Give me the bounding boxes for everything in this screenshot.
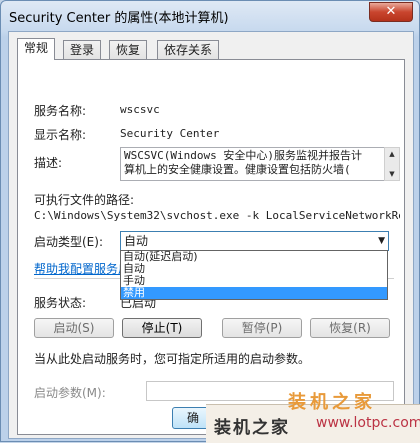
chevron-down-icon[interactable]: ▼ — [378, 232, 385, 250]
dialog-client: 常规 登录 恢复 依存关系 服务名称: wscsvc 显示名称: Securit… — [8, 31, 414, 439]
startup-option[interactable]: 自动 — [121, 263, 387, 275]
display-name-value: Security Center — [120, 127, 220, 140]
start-params-hint: 当从此处启动服务时，您可指定所适用的启动参数。 — [34, 352, 311, 366]
service-name-value: wscsvc — [120, 103, 160, 116]
tab-recovery[interactable]: 恢复 — [109, 40, 148, 59]
scroll-down-icon[interactable]: ▼ — [385, 168, 399, 180]
properties-window: Security Center 的属性(本地计算机) ✕ 常规 登录 恢复 依存… — [0, 0, 420, 442]
scroll-up-icon[interactable]: ▲ — [385, 148, 399, 160]
service-name-label: 服务名称: — [34, 104, 87, 118]
exe-path-label: 可执行文件的路径: — [34, 193, 135, 207]
description-scrollbar[interactable]: ▲ ▼ — [384, 147, 400, 181]
tab-dependencies[interactable]: 依存关系 — [157, 40, 220, 59]
description-box[interactable]: WSCSVC(Windows 安全中心)服务监视并报告计 算机上的安全健康设置。… — [120, 147, 388, 181]
tab-general[interactable]: 常规 — [17, 38, 56, 60]
watermark-brand: 装机之家 — [288, 392, 376, 413]
startup-option[interactable]: 禁用 — [121, 287, 387, 299]
watermark-site: www.lotpc.com — [316, 415, 420, 431]
close-button[interactable]: ✕ — [369, 2, 413, 22]
exe-path-value: C:\Windows\System32\svchost.exe -k Local… — [34, 209, 400, 222]
help-configure-link[interactable]: 帮助我配置服务启 — [34, 260, 130, 277]
startup-option[interactable]: 自动(延迟启动) — [121, 251, 387, 263]
startup-type-value: 自动 — [124, 234, 149, 248]
description-line-1: WSCSVC(Windows 安全中心)服务监视并报告计 — [124, 149, 362, 162]
description-label: 描述: — [34, 156, 63, 170]
display-name-label: 显示名称: — [34, 128, 87, 142]
stop-button[interactable]: 停止(T) — [122, 318, 202, 338]
pause-button[interactable]: 暂停(P) — [222, 318, 302, 338]
service-status-label: 服务状态: — [34, 296, 87, 310]
window-title: Security Center 的属性(本地计算机) — [9, 11, 229, 26]
tab-logon[interactable]: 登录 — [63, 40, 102, 59]
resume-button[interactable]: 恢复(R) — [310, 318, 390, 338]
startup-type-select[interactable]: 自动 ▼ — [120, 231, 389, 251]
startup-type-dropdown-list: 自动(延迟启动) 自动 手动 禁用 — [120, 250, 388, 300]
start-params-label: 启动参数(M): — [34, 386, 106, 400]
description-line-2: 算机上的安全健康设置。健康设置包括防火墙( — [124, 163, 351, 176]
startup-type-label: 启动类型(E): — [34, 235, 103, 249]
watermark-label: 装机之家 — [214, 418, 290, 438]
startup-option[interactable]: 手动 — [121, 275, 387, 287]
start-button[interactable]: 启动(S) — [34, 318, 114, 338]
title-bar[interactable]: Security Center 的属性(本地计算机) ✕ — [1, 1, 419, 29]
general-tab-panel: 服务名称: wscsvc 显示名称: Security Center 描述: W… — [17, 59, 405, 435]
